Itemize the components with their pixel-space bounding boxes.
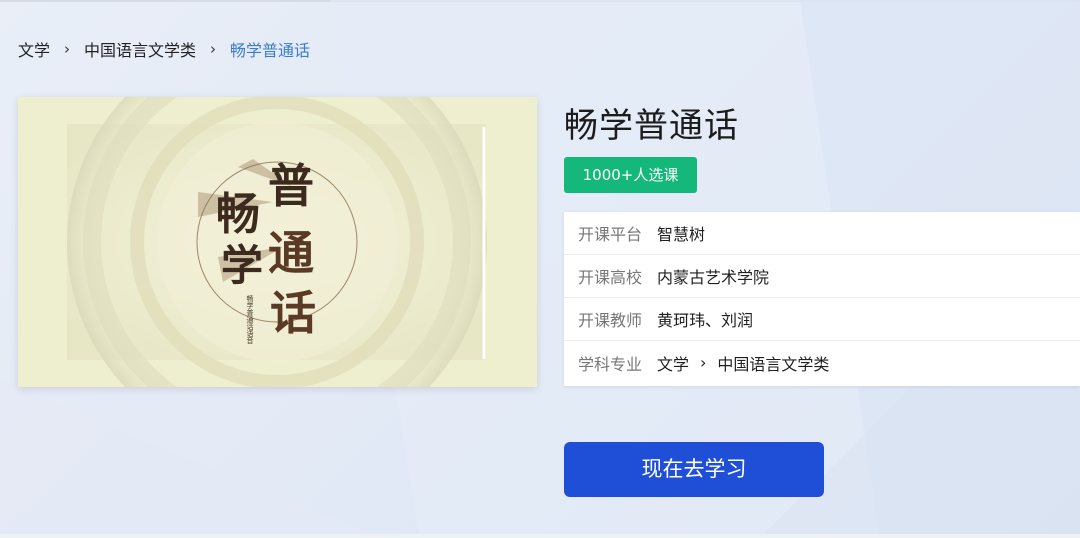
info-value-platform: 智慧树	[657, 225, 706, 244]
cover-char: 学	[221, 241, 263, 290]
info-value-teachers: 黄珂玮、刘润	[657, 311, 754, 330]
cover-char: 通	[268, 226, 314, 280]
chevron-right-icon: ›	[64, 40, 71, 58]
info-label: 开课高校	[578, 268, 643, 287]
info-row-platform: 开课平台 智慧树	[564, 212, 1080, 255]
breadcrumb-item-current-course: 畅学普通话	[230, 41, 311, 60]
enrollment-badge: 1000+人选课	[564, 157, 697, 193]
chevron-right-icon: ›	[700, 353, 707, 372]
cover-char: 话	[270, 286, 316, 340]
info-row-university: 开课高校 内蒙古艺术学院	[564, 255, 1080, 298]
chevron-right-icon: ›	[210, 40, 217, 58]
cover-char: 畅	[216, 189, 260, 240]
breadcrumb: 文学 › 中国语言文学类 › 畅学普通话	[18, 38, 310, 60]
cover-small-text: 畅学普通话语音	[246, 294, 254, 345]
info-label: 学科专业	[578, 354, 643, 374]
breadcrumb-item-literature[interactable]: 文学	[18, 37, 50, 61]
course-cover-image: 普 畅 通 学 话 畅学普通话语音	[18, 97, 537, 387]
info-row-teachers: 开课教师 黄珂玮、刘润	[564, 298, 1080, 341]
breadcrumb-item-chinese-lang-lit[interactable]: 中国语言文学类	[84, 37, 196, 61]
course-info-card: 开课平台 智慧树 开课高校 内蒙古艺术学院 开课教师 黄珂玮、刘润 学科专业 文…	[564, 212, 1080, 386]
study-now-button[interactable]: 现在去学习	[564, 442, 824, 497]
top-divider	[0, 0, 1080, 2]
course-title: 畅学普通话	[564, 106, 739, 146]
info-label: 开课平台	[578, 225, 643, 244]
bottom-divider	[0, 534, 1080, 538]
info-row-subject: 学科专业 文学 › 中国语言文学类	[564, 341, 1080, 384]
info-label: 开课教师	[578, 311, 643, 330]
cover-char: 普	[268, 159, 314, 213]
info-value-university: 内蒙古艺术学院	[657, 268, 770, 287]
subject-major-link[interactable]: 中国语言文学类	[717, 351, 829, 375]
subject-category-link[interactable]: 文学	[657, 351, 689, 375]
